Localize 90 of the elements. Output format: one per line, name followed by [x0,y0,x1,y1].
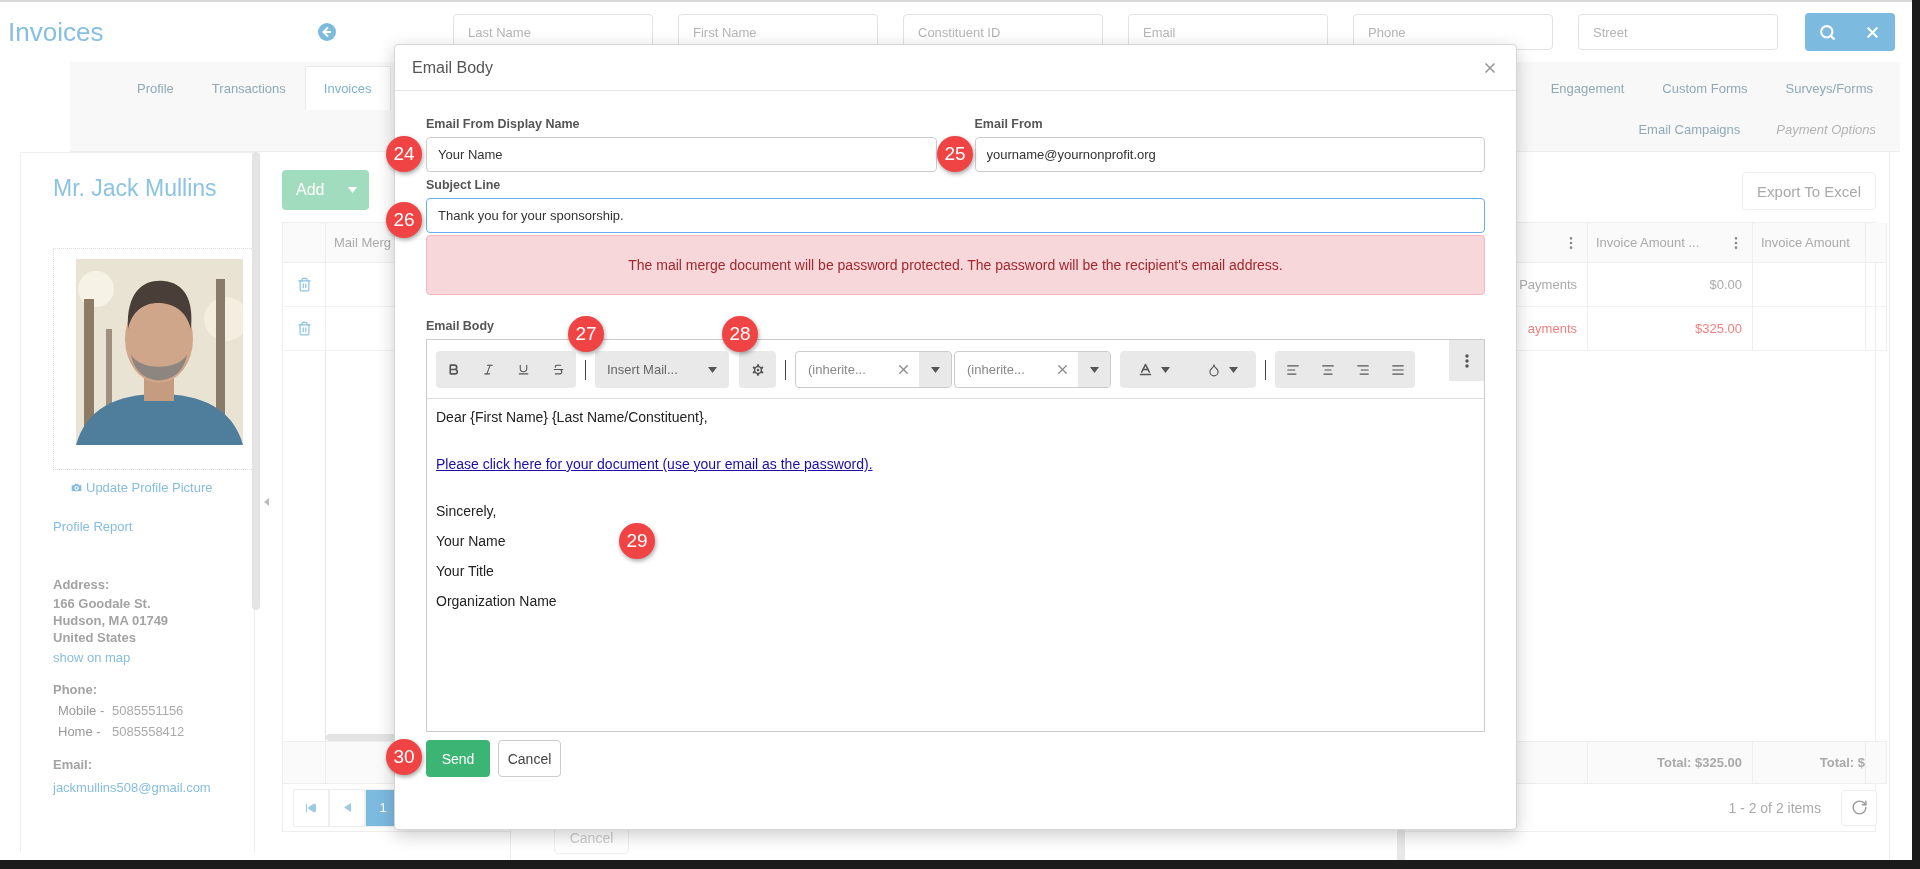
table-cell: $325.00 [1588,307,1753,351]
phone-type: Mobile - [58,703,106,718]
cancel-button[interactable]: Cancel [498,740,561,777]
clear-icon[interactable] [1055,362,1070,377]
send-button[interactable]: Send [426,740,490,777]
contact-name: Mr. Jack Mullins [53,175,218,202]
subject-field[interactable]: Thank you for your sponsorship. [426,198,1485,233]
caret-down-icon [348,187,357,193]
dialog-title: Email Body [412,58,493,77]
body-text: Your Title [436,563,494,580]
body-text: Organization Name [436,593,557,610]
tab[interactable]: Engagement [1531,66,1644,110]
address-label: Address: [53,577,111,592]
caret-down-icon [1161,366,1170,373]
document-link[interactable]: Please click here for your document (use your email as the password). [436,456,873,473]
body-text: Dear {First Name} {Last Name/Constituent}, [436,409,708,426]
collapse-arrow-icon[interactable] [264,498,269,506]
body-text: Sincerely, [436,503,497,520]
search-button[interactable] [1805,13,1850,51]
caret-down-icon [1089,366,1099,373]
skip-back-icon [305,801,317,814]
more-icon [1464,353,1469,368]
show-on-map-link[interactable]: show on map [53,650,131,665]
field-label: Email Body [426,319,496,333]
add-button[interactable]: Add [282,170,369,210]
droplet-icon [1206,362,1221,377]
input-field[interactable]: Your Name [426,137,937,172]
tab[interactable]: Profile [118,66,193,110]
search-icon [1819,23,1836,41]
body-text: Your Name [436,533,506,550]
column-header: Invoice Amount [1753,223,1866,263]
tab[interactable]: Custom Forms [1643,66,1767,110]
previous-page-button[interactable] [329,788,365,827]
triangle-left-icon [343,803,351,812]
clear-button[interactable] [1850,13,1895,51]
column-header: Invoice Amount ... [1596,235,1700,250]
gear-icon [749,361,766,378]
merge-field-dropdown[interactable]: Insert Mail... [595,351,729,388]
caret-down-icon [708,366,717,373]
refresh-button[interactable] [1841,789,1877,826]
clear-icon[interactable] [896,362,911,377]
font-family-select[interactable]: (inherite... [795,351,952,388]
refresh-icon [1850,799,1868,816]
export-button[interactable]: Export To Excel [1742,172,1876,210]
align-center-icon [1320,362,1335,377]
bold-icon [447,363,460,376]
input-field[interactable]: yourname@yournonprofit.org [974,137,1485,172]
address-line: Hudson, MA 01749 [53,613,170,628]
address-line: United States [53,630,138,645]
trash-icon[interactable] [296,277,312,292]
underline-icon [517,363,530,376]
phone-number: 5085558412 [112,724,185,739]
caret-down-icon [1228,366,1238,373]
phone-label: Phone: [53,682,99,697]
field-label: Email From [974,117,1044,131]
pager-info: 1 - 2 of 2 items [1728,799,1821,816]
strikethrough-icon [552,363,565,376]
caret-down-icon [930,366,940,373]
scrollbar-thumb[interactable] [252,152,260,610]
profile-report-link[interactable]: Profile Report [53,519,133,534]
warning-alert: The mail merge document will be password protected. The password will be the recipient's email address. [426,235,1485,295]
tab[interactable]: Invoices [304,66,391,110]
tab[interactable]: Email Campaigns [1620,118,1759,141]
table-cell: $0.00 [1588,263,1753,307]
total-cell: Total: $ [1753,741,1866,783]
dropdown-button[interactable] [1078,352,1110,387]
phone-number: 5085551156 [112,703,184,718]
email-link[interactable]: jackmullins508@gmail.com [53,780,211,795]
camera-icon [70,481,83,494]
trash-icon[interactable] [296,321,312,336]
search-field[interactable]: Street [1578,14,1778,50]
phone-type: Home - [58,724,102,739]
align-left-icon [1285,362,1300,377]
field-label: Email From Display Name [426,117,581,131]
email-label: Email: [53,757,93,772]
first-page-button[interactable] [293,788,329,827]
total-cell: Total: $325.00 [1588,741,1753,783]
page-title: Invoices [8,16,105,48]
align-right-icon [1355,362,1370,377]
more-button[interactable] [1449,340,1484,381]
field-label: Subject Line [426,178,502,192]
italic-icon [482,363,495,376]
font-size-select[interactable]: (inherite... [954,351,1111,388]
align-justify-icon [1390,362,1405,377]
dropdown-button[interactable] [919,352,951,387]
tab[interactable]: Surveys/Forms [1766,66,1892,110]
tab[interactable]: Transactions [192,66,305,110]
letter-a-icon [1138,362,1153,377]
address-line: 166 Goodale St. [53,596,152,611]
update-picture-link[interactable]: Update Profile Picture [53,480,254,495]
